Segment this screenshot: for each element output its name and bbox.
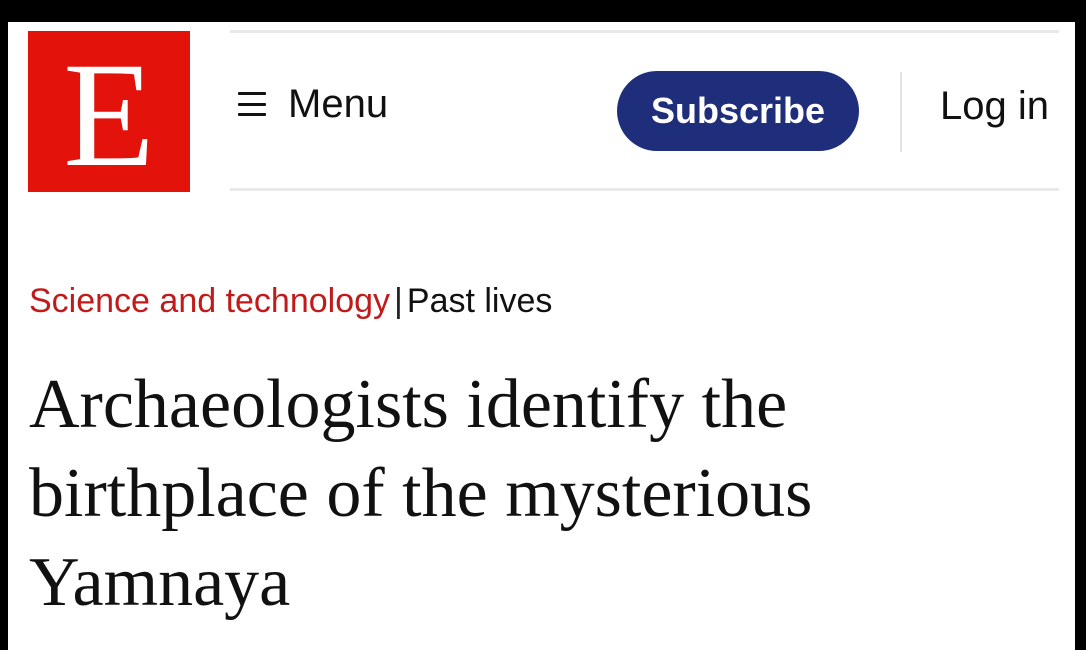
headline-line: birthplace of the mysterious	[29, 455, 813, 532]
article-rubric: Science and technology | Past lives	[29, 282, 553, 320]
section-link[interactable]: Science and technology	[29, 282, 390, 320]
nav-top-divider	[230, 30, 1059, 33]
subscribe-button[interactable]: Subscribe	[617, 71, 859, 151]
headline-line: Archaeologists identify the	[29, 366, 788, 443]
menu-label: Menu	[288, 82, 389, 126]
article-headline: Archaeologists identify the birthplace o…	[29, 360, 1049, 627]
topic-label: Past lives	[406, 282, 553, 320]
menu-button[interactable]: Menu	[238, 84, 388, 124]
logo-letter: E	[63, 31, 155, 198]
login-link[interactable]: Log in	[940, 86, 1049, 126]
rubric-separator: |	[394, 282, 403, 320]
hamburger-icon	[238, 92, 266, 116]
nav-bottom-divider	[230, 188, 1059, 191]
economist-logo[interactable]: E	[28, 31, 190, 192]
article-page: E Menu Subscribe Log in Science and tech…	[8, 22, 1075, 650]
nav-divider	[900, 72, 902, 152]
headline-line: Yamnaya	[29, 544, 291, 621]
